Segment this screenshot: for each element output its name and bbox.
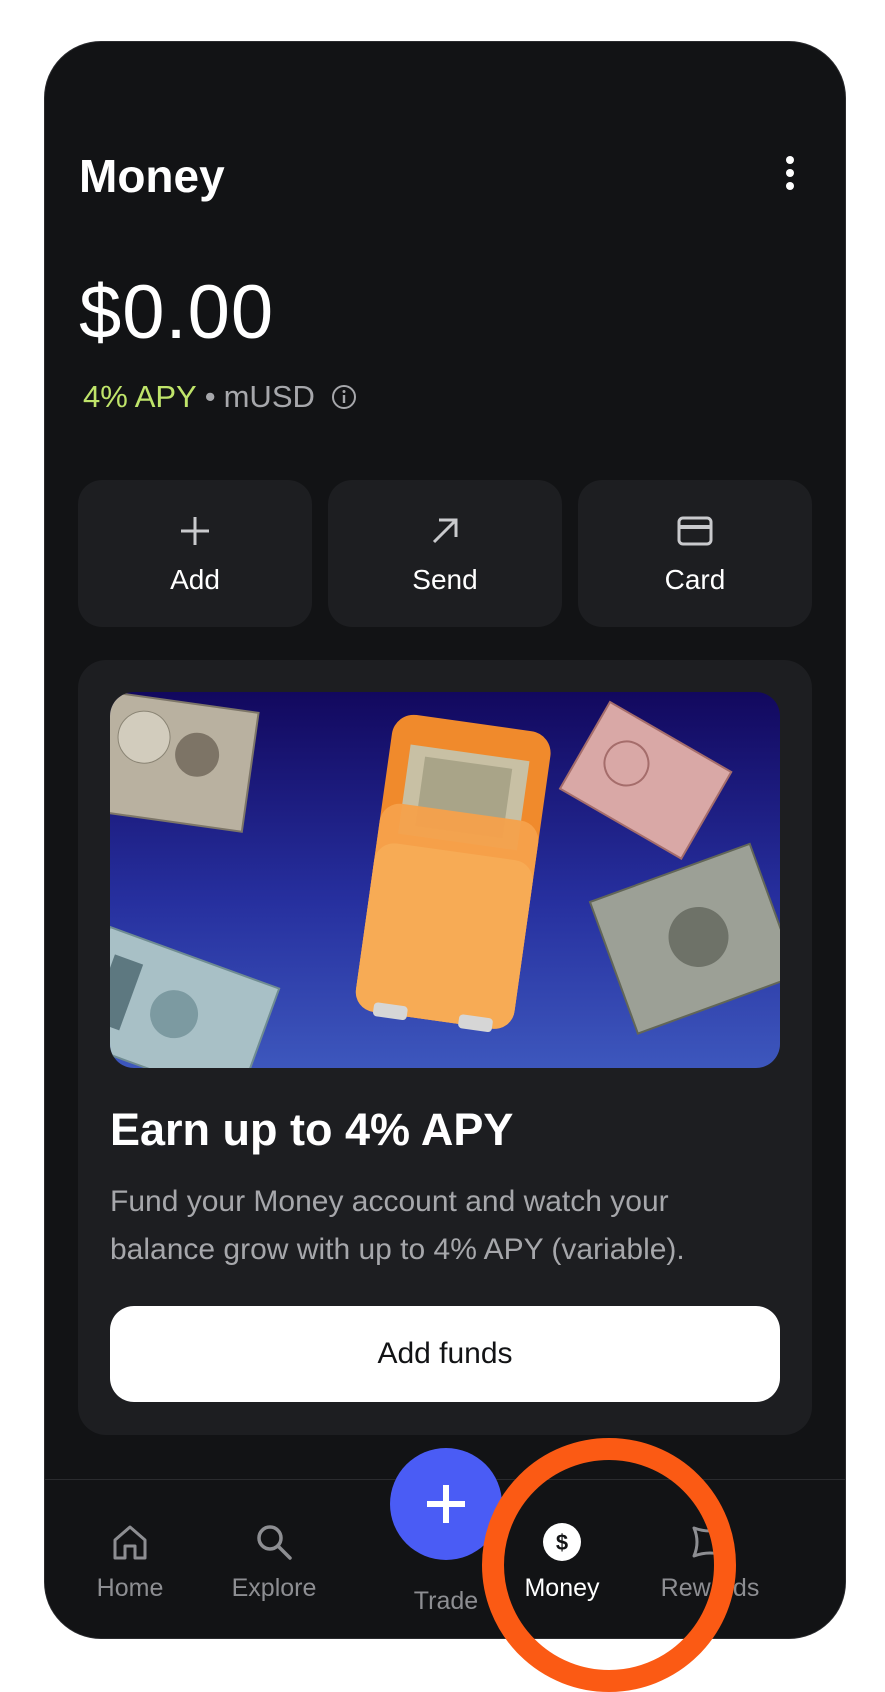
nav-label-home: Home (96, 1574, 164, 1602)
nav-label-explore: Explore (231, 1574, 317, 1602)
dollar-circle-icon: $ (543, 1523, 581, 1561)
promo-card: Earn up to 4% APY Fund your Money accoun… (78, 660, 812, 1435)
search-icon (257, 1525, 292, 1560)
balance-amount: $0.00 (79, 270, 275, 355)
currency-label: mUSD (223, 379, 315, 414)
nav-item-rewards[interactable]: Rewards (635, 1480, 785, 1638)
svg-text:$: $ (556, 1530, 568, 1555)
promo-description: Fund your Money account and watch your b… (110, 1185, 685, 1266)
separator-dot: • (204, 379, 216, 414)
nav-label-trade: Trade (413, 1587, 479, 1615)
add-funds-button[interactable]: Add funds (110, 1306, 780, 1402)
nav-label-rewards: Rewards (660, 1574, 760, 1602)
rewards-icon (692, 1526, 728, 1558)
arrow-up-right-icon (432, 518, 458, 543)
card-icon (677, 516, 713, 545)
send-button[interactable]: Send (328, 480, 562, 627)
nav-item-explore[interactable]: Explore (199, 1480, 349, 1638)
phone-screen: Money $0.00 4% APY • mUSD Add Send Card … (45, 42, 845, 1638)
plus-icon (427, 1485, 465, 1523)
add-button[interactable]: Add (78, 480, 312, 627)
wallet-illustration (110, 692, 780, 1068)
info-icon[interactable] (331, 384, 357, 410)
card-button[interactable]: Card (578, 480, 812, 627)
nav-item-home[interactable]: Home (55, 1480, 205, 1638)
quick-actions: Add Send Card (78, 480, 812, 627)
card-label: Card (664, 563, 726, 595)
promo-banner-image (110, 692, 780, 1068)
balance-meta: 4% APY • mUSD (83, 377, 357, 417)
home-icon (113, 1525, 147, 1560)
apy-label: 4% APY (83, 379, 197, 414)
nav-label-money: Money (524, 1574, 600, 1602)
add-label: Add (170, 563, 220, 595)
more-options-icon[interactable] (780, 156, 800, 196)
promo-title: Earn up to 4% APY (110, 1104, 514, 1155)
plus-icon (181, 516, 209, 545)
page-title: Money (79, 150, 225, 202)
trade-button[interactable] (390, 1448, 502, 1560)
send-label: Send (412, 563, 478, 595)
